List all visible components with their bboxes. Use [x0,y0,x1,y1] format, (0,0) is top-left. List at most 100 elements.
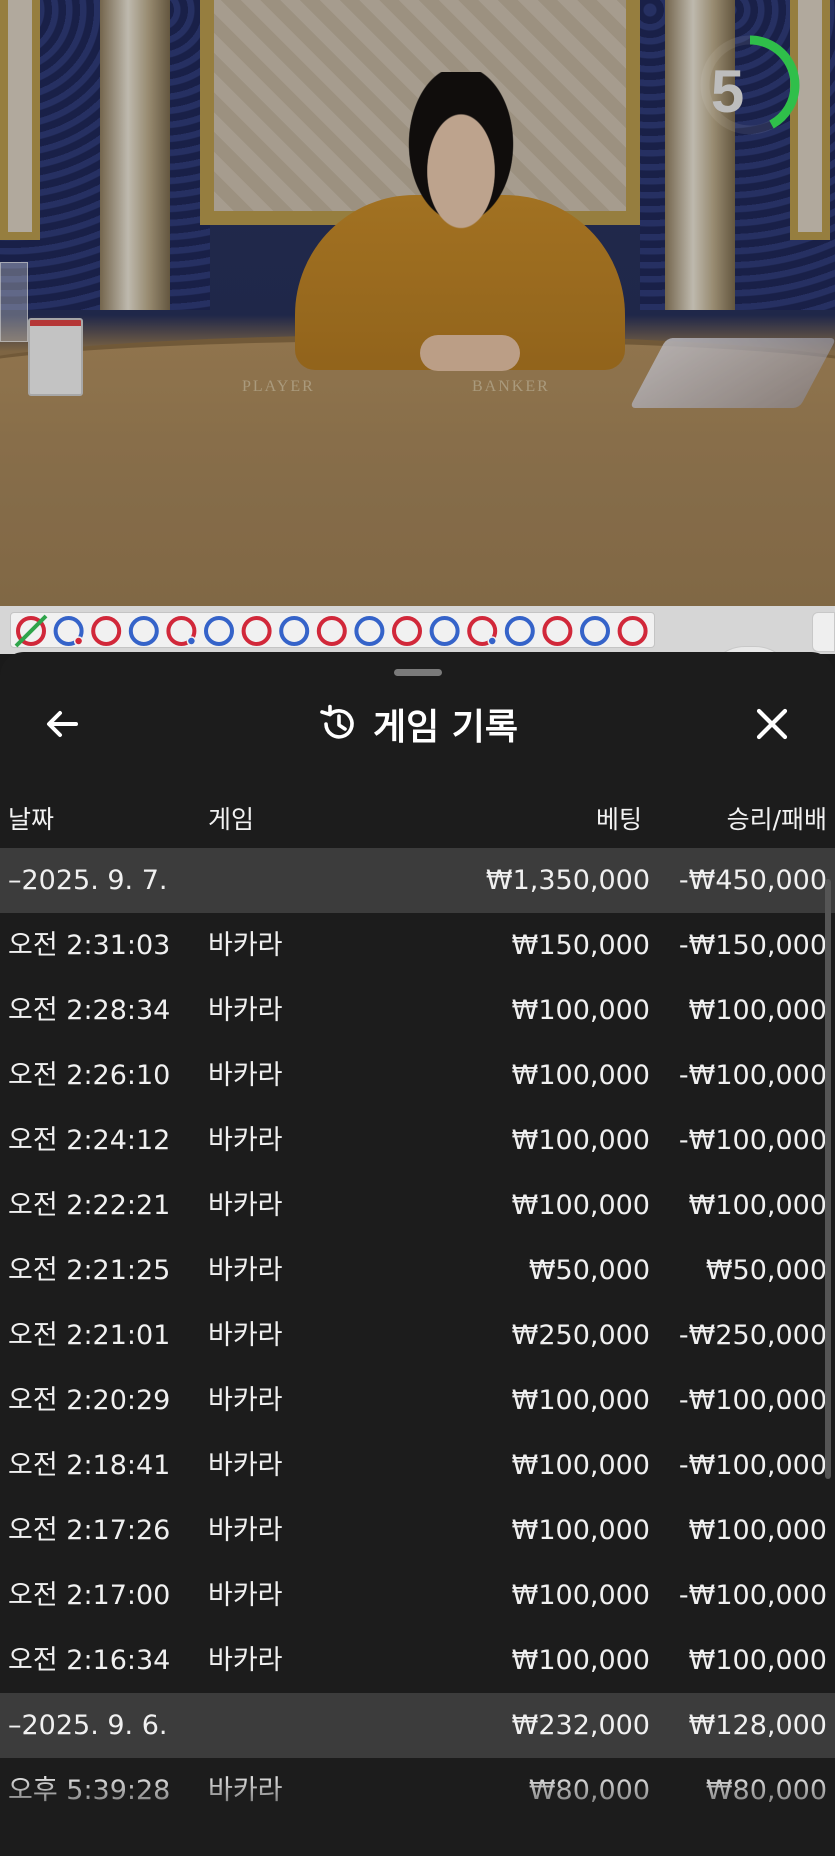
table-row[interactable]: 오전 2:28:34 바카라 ₩100,000 ₩100,000 [0,978,835,1043]
bead-banker [14,614,48,648]
row-date: 오전 2:20:29 [8,1385,171,1416]
row-bet: ₩150,000 [511,930,650,961]
row-date: 오전 2:28:34 [8,995,171,1026]
row-game: 바카라 [208,1255,283,1286]
history-icon [320,704,354,739]
pair-dot [487,636,497,646]
row-date: 오전 2:22:21 [8,1190,171,1221]
row-result: ₩100,000 [688,1515,827,1546]
row-date: 오전 2:24:12 [8,1125,171,1156]
live-video: PLAYER BANKER 5 [0,0,835,606]
table-row[interactable]: 오전 2:31:03 바카라 ₩150,000 -₩150,000 [0,913,835,978]
row-result: -₩250,000 [678,1320,827,1351]
table-group-row[interactable]: –2025. 9. 7. ₩1,350,000 -₩450,000 [0,848,835,913]
close-button[interactable] [750,702,794,746]
row-date: –2025. 9. 6. [8,1710,168,1741]
row-date: –2025. 9. 7. [8,865,168,896]
table-row[interactable]: 오전 2:26:10 바카라 ₩100,000 -₩100,000 [0,1043,835,1108]
row-bet: ₩100,000 [511,1450,650,1481]
bead-player [204,616,234,646]
row-bet: ₩100,000 [511,1385,650,1416]
row-game: 바카라 [208,1125,283,1156]
row-result: ₩100,000 [688,1645,827,1676]
table-group-row[interactable]: –2025. 9. 6. ₩232,000 ₩128,000 [0,1693,835,1758]
row-date: 오전 2:17:00 [8,1580,171,1611]
countdown-number: 5 [710,58,745,125]
bead-road-beads [14,614,648,648]
row-result: -₩100,000 [678,1385,827,1416]
row-result: -₩100,000 [678,1580,827,1611]
bead-road[interactable] [10,612,655,648]
bead-banker [316,616,347,646]
row-bet: ₩250,000 [511,1320,650,1351]
row-game: 바카라 [208,1385,283,1416]
table-row[interactable]: 오전 2:22:21 바카라 ₩100,000 ₩100,000 [0,1173,835,1238]
bead-banker [392,616,422,646]
scrollbar[interactable] [825,879,831,1479]
row-date: 오전 2:26:10 [8,1060,171,1091]
bead-banker [241,616,272,646]
pair-dot [186,636,197,646]
table-row[interactable]: 오전 2:21:01 바카라 ₩250,000 -₩250,000 [0,1303,835,1368]
column-header-date: 날짜 [8,805,55,834]
row-bet: ₩100,000 [511,995,650,1026]
bead-player [53,616,84,646]
table-row[interactable]: 오전 2:18:41 바카라 ₩100,000 -₩100,000 [0,1433,835,1498]
table-row[interactable]: 오전 2:17:00 바카라 ₩100,000 -₩100,000 [0,1563,835,1628]
table-row[interactable]: 오전 2:20:29 바카라 ₩100,000 -₩100,000 [0,1368,835,1433]
bottom-fade [0,1772,835,1856]
row-game: 바카라 [208,1580,283,1611]
game-history-sheet: 게임 기록 날짜 게임 베팅 승리/패배 –2025. 9. 7. ₩1,350… [0,652,835,1856]
table-row[interactable]: 오전 2:17:26 바카라 ₩100,000 ₩100,000 [0,1498,835,1563]
row-date: 오전 2:21:25 [8,1255,171,1286]
row-result: ₩128,000 [688,1710,827,1741]
row-game: 바카라 [208,1515,283,1546]
row-result: ₩100,000 [688,995,827,1026]
sheet-grabber[interactable] [394,669,442,676]
row-bet: ₩232,000 [511,1710,650,1741]
column-header-result: 승리/패배 [726,805,827,834]
row-game: 바카라 [208,1450,283,1481]
sheet-title: 게임 기록 [372,707,518,748]
bead-road-bar[interactable] [0,606,835,686]
row-game: 바카라 [208,930,283,961]
row-date: 오전 2:17:26 [8,1515,171,1546]
row-result: ₩50,000 [705,1255,827,1286]
table-row[interactable]: 오전 2:21:25 바카라 ₩50,000 ₩50,000 [0,1238,835,1303]
row-result: -₩100,000 [678,1450,827,1481]
close-icon [756,708,788,740]
bead-player [279,616,310,646]
column-header-bet: 베팅 [595,805,642,834]
row-result: -₩150,000 [678,930,827,961]
pair-dot [73,636,84,646]
bead-banker [166,616,197,646]
row-bet: ₩100,000 [511,1515,650,1546]
row-bet: ₩100,000 [511,1645,650,1676]
row-game: 바카라 [208,1320,283,1351]
bead-banker [542,616,573,646]
table-row[interactable]: 오전 2:16:34 바카라 ₩100,000 ₩100,000 [0,1628,835,1693]
row-bet: ₩1,350,000 [485,865,650,896]
row-date: 오전 2:16:34 [8,1645,171,1676]
bead-player [580,616,610,646]
bead-player [429,616,460,646]
road-edge [812,612,835,652]
table-row[interactable]: 오전 2:24:12 바카라 ₩100,000 -₩100,000 [0,1108,835,1173]
row-result: -₩450,000 [678,865,827,896]
row-result: -₩100,000 [678,1125,827,1156]
row-game: 바카라 [208,1190,283,1221]
row-bet: ₩100,000 [511,1125,650,1156]
bead-player [128,616,159,646]
row-bet: ₩100,000 [511,1580,650,1611]
row-date: 오전 2:18:41 [8,1450,171,1481]
row-bet: ₩50,000 [528,1255,650,1286]
bead-banker [617,616,648,646]
row-game: 바카라 [208,995,283,1026]
bead-player [354,616,385,646]
sheet-header: 게임 기록 [0,698,835,750]
row-date: 오전 2:31:03 [8,930,171,961]
row-bet: ₩100,000 [511,1190,650,1221]
bead-banker [467,616,498,646]
bead-banker [91,616,122,646]
row-game: 바카라 [208,1645,283,1676]
